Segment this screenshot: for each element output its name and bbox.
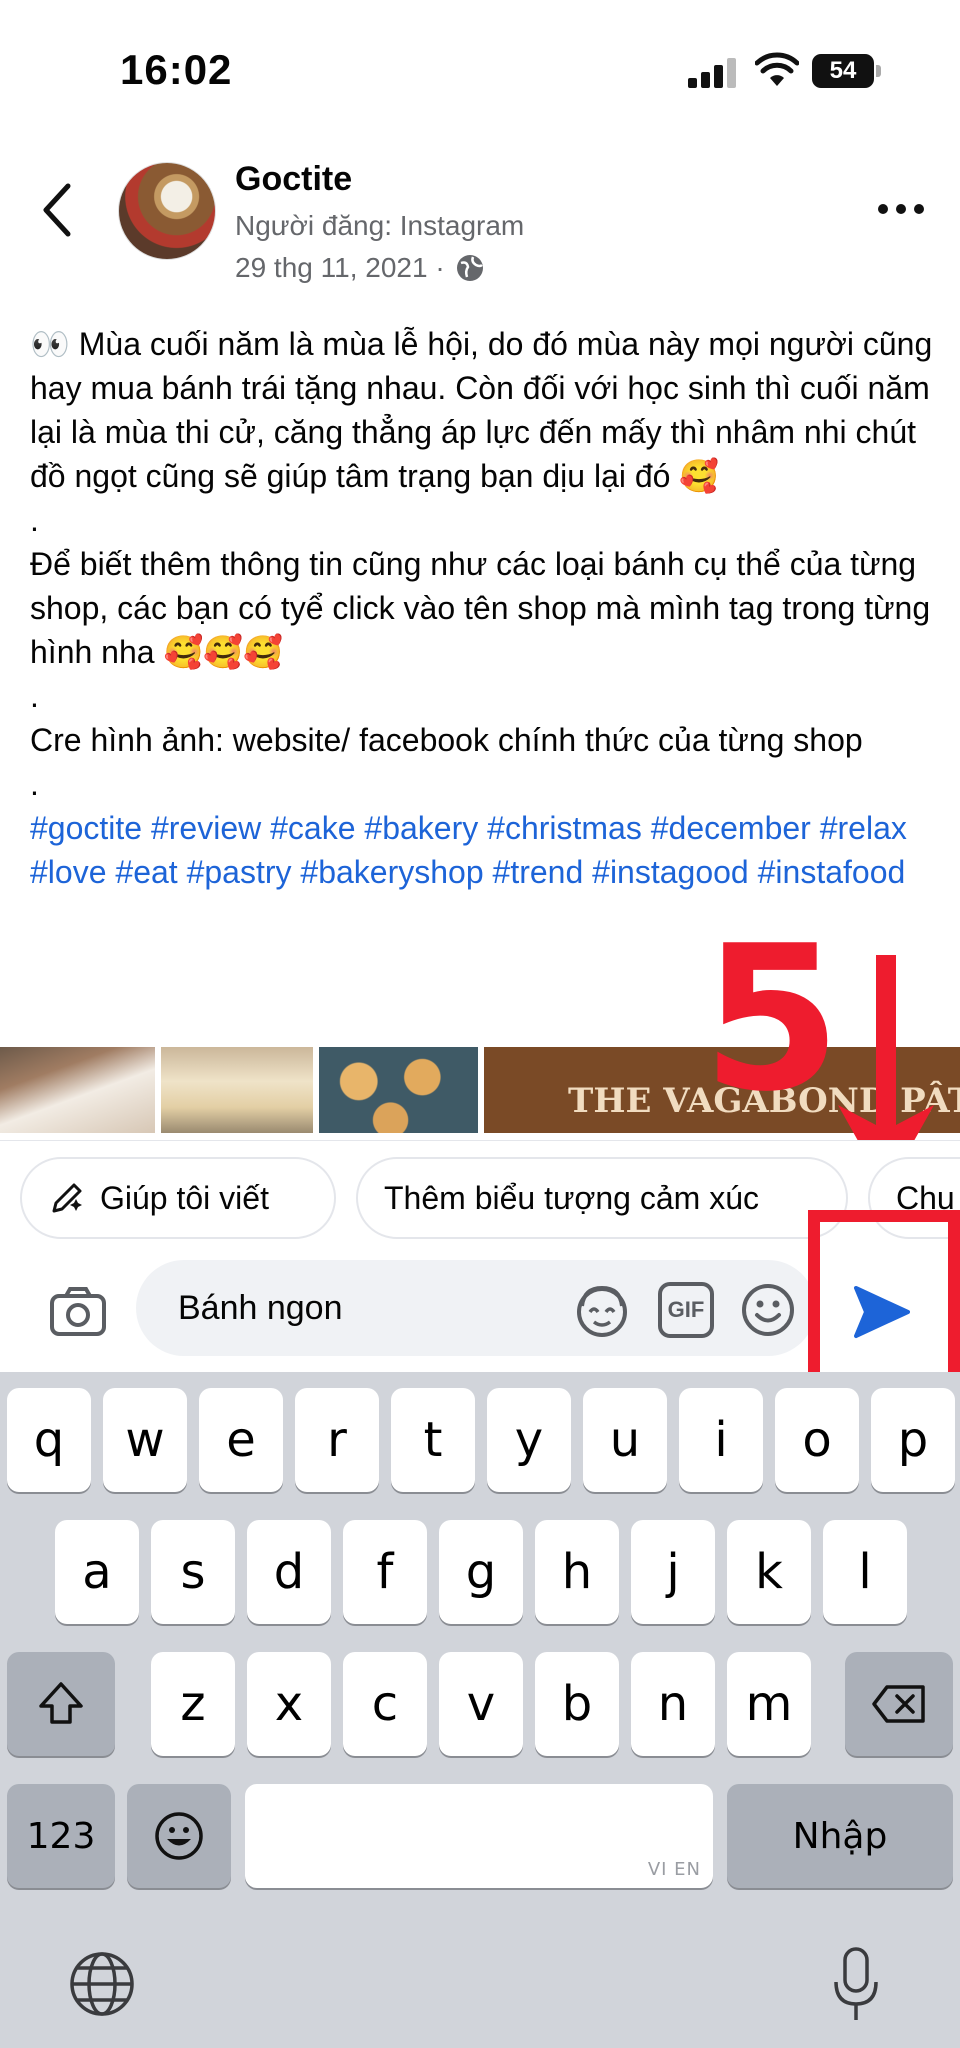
comment-input[interactable] (136, 1260, 816, 1356)
key-d[interactable]: d (247, 1520, 331, 1624)
key-q[interactable]: q (7, 1388, 91, 1492)
avatar-sticker-icon[interactable] (574, 1282, 630, 1338)
status-bar: 16:02 54 (0, 0, 960, 140)
step-number-annotation: 5 (702, 903, 842, 1136)
key-u[interactable]: u (583, 1388, 667, 1492)
numbers-key[interactable]: 123 (7, 1784, 115, 1888)
post-paragraph: 👀 Mùa cuối năm là mùa lễ hội, do đó mùa … (30, 326, 942, 494)
cake-photo[interactable] (0, 1047, 155, 1133)
chip-label: Thêm biểu tượng cảm xúc (384, 1179, 759, 1216)
post-paragraph: . (30, 502, 39, 538)
space-key[interactable]: VI EN (245, 1784, 713, 1888)
post-date: 29 thg 11, 2021 · (235, 252, 445, 283)
author-name[interactable]: Goctite (235, 160, 352, 199)
post-body: 👀 Mùa cuối năm là mùa lễ hội, do đó mùa … (30, 322, 940, 894)
key-r[interactable]: r (295, 1388, 379, 1492)
pastry-photo[interactable] (319, 1047, 479, 1133)
enter-key[interactable]: Nhập (727, 1784, 953, 1888)
post-paragraph: . (30, 678, 39, 714)
key-n[interactable]: n (631, 1652, 715, 1756)
cake-photo[interactable] (160, 1047, 314, 1133)
add-emoji-chip[interactable]: Thêm biểu tượng cảm xúc (356, 1157, 848, 1239)
battery-icon: 54 (812, 54, 882, 88)
globe-privacy-icon (456, 255, 483, 281)
status-time: 16:02 (120, 46, 233, 93)
battery-level: 54 (812, 54, 874, 88)
backspace-icon (872, 1685, 925, 1723)
microphone-icon[interactable] (832, 1946, 880, 2024)
wifi-icon (755, 52, 799, 86)
key-j[interactable]: j (631, 1520, 715, 1624)
shift-key[interactable] (7, 1652, 115, 1756)
key-c[interactable]: c (343, 1652, 427, 1756)
key-a[interactable]: a (55, 1520, 139, 1624)
key-m[interactable]: m (727, 1652, 811, 1756)
key-s[interactable]: s (151, 1520, 235, 1624)
key-p[interactable]: p (871, 1388, 955, 1492)
gif-label: GIF (667, 1297, 705, 1322)
gif-icon[interactable]: GIF (658, 1282, 714, 1338)
emoji-key[interactable] (127, 1784, 231, 1888)
chip-label: Giúp tôi viết (100, 1179, 269, 1216)
key-x[interactable]: x (247, 1652, 331, 1756)
key-l[interactable]: l (823, 1520, 907, 1624)
key-g[interactable]: g (439, 1520, 523, 1624)
cellular-signal-icon (688, 58, 736, 88)
more-options-icon[interactable] (876, 196, 926, 222)
pencil-sparkle-icon (52, 1183, 82, 1213)
key-t[interactable]: t (391, 1388, 475, 1492)
shift-arrow-icon (39, 1682, 83, 1724)
camera-icon[interactable] (48, 1282, 108, 1342)
key-o[interactable]: o (775, 1388, 859, 1492)
backspace-key[interactable] (845, 1652, 953, 1756)
key-e[interactable]: e (199, 1388, 283, 1492)
key-b[interactable]: b (535, 1652, 619, 1756)
help-me-write-chip[interactable]: Giúp tôi viết (20, 1157, 336, 1239)
author-avatar[interactable] (118, 162, 216, 260)
post-date-row: 29 thg 11, 2021 · (235, 252, 485, 284)
key-z[interactable]: z (151, 1652, 235, 1756)
post-source: Người đăng: Instagram (235, 210, 525, 241)
key-w[interactable]: w (103, 1388, 187, 1492)
key-y[interactable]: y (487, 1388, 571, 1492)
post-paragraph: Cre hình ảnh: website/ facebook chính th… (30, 722, 863, 758)
post-paragraph: . (30, 766, 39, 802)
post-paragraph: Để biết thêm thông tin cũng như các loại… (30, 546, 940, 670)
key-f[interactable]: f (343, 1520, 427, 1624)
key-h[interactable]: h (535, 1520, 619, 1624)
emoji-icon[interactable] (740, 1282, 796, 1338)
key-v[interactable]: v (439, 1652, 523, 1756)
key-k[interactable]: k (727, 1520, 811, 1624)
post-hashtags[interactable]: #goctite #review #cake #bakery #christma… (30, 806, 940, 894)
back-arrow-icon[interactable] (36, 180, 80, 240)
keyboard-language-label: VI EN (647, 1859, 701, 1880)
key-i[interactable]: i (679, 1388, 763, 1492)
emoji-keyboard-icon (155, 1812, 203, 1860)
globe-icon[interactable] (68, 1950, 136, 2018)
on-screen-keyboard: q w e r t y u i o p a s d f g h j k l z … (0, 1372, 960, 2048)
